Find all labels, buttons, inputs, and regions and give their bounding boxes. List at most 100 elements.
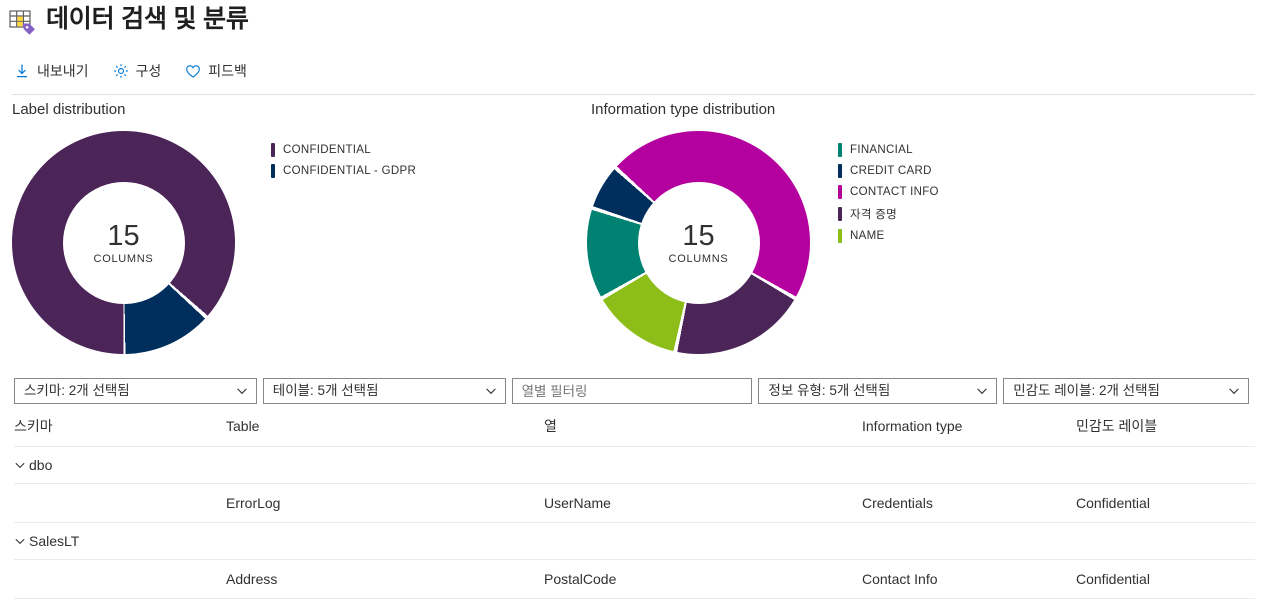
table-cell-column	[544, 446, 862, 484]
download-icon	[14, 63, 30, 79]
table-cell-sensitivity-label: Confidential	[1076, 483, 1255, 523]
chevron-down-icon[interactable]	[14, 535, 26, 547]
table-cell-sensitivity-label	[1076, 522, 1255, 560]
legend-swatch-icon	[838, 229, 842, 243]
table-cell-column: UserName	[544, 483, 862, 523]
table-header: 스키마 Table 열 Information type 민감도 레이블	[14, 404, 1255, 447]
legend-swatch-icon	[838, 143, 842, 157]
table-cell-table: ErrorLog	[226, 483, 544, 523]
table-filter-value: 테이블: 5개 선택됨	[272, 383, 379, 398]
table-cell-column: PostalCode	[544, 559, 862, 599]
table-row[interactable]: dbo	[14, 446, 1255, 484]
label-distribution-total: 15	[107, 219, 140, 252]
table-cell-information-type	[862, 522, 1076, 560]
legend-item-credentials[interactable]: 자격 증명	[838, 206, 939, 222]
page-title: 데이터 검색 및 분류	[46, 5, 249, 33]
legend-swatch-icon	[838, 185, 842, 199]
legend-label: CONTACT INFO	[850, 186, 939, 198]
export-button-label: 내보내기	[37, 63, 89, 79]
information-type-unit: COLUMNS	[668, 252, 729, 265]
table-cell-information-type: Credentials	[862, 483, 1076, 523]
chevron-down-icon	[975, 385, 989, 397]
chevron-down-icon	[484, 385, 498, 397]
legend-swatch-icon	[271, 164, 275, 178]
schema-filter-value: 스키마: 2개 선택됨	[24, 383, 130, 398]
column-filter-input[interactable]	[511, 378, 753, 404]
sensitivity-label-filter-dropdown[interactable]: 민감도 레이블: 2개 선택됨	[1003, 378, 1249, 404]
charts-row: Label distribution 15 COLUMNS CONFIDENTI…	[0, 95, 1261, 354]
schema-group-name: dbo	[29, 457, 53, 473]
table-cell-table	[226, 522, 544, 560]
gear-icon	[113, 63, 129, 79]
schema-group-cell[interactable]: SalesLT	[14, 522, 226, 560]
column-header-schema[interactable]: 스키마	[14, 404, 226, 447]
chevron-down-icon	[235, 385, 249, 397]
feedback-button[interactable]: 피드백	[183, 59, 257, 83]
column-header-column[interactable]: 열	[544, 404, 862, 447]
legend-label: FINANCIAL	[850, 144, 913, 156]
legend-swatch-icon	[838, 207, 842, 221]
legend-item-confidential-gdpr[interactable]: CONFIDENTIAL - GDPR	[271, 164, 416, 178]
table-row[interactable]: Address PostalCode Contact Info Confiden…	[14, 559, 1255, 599]
label-distribution-title: Label distribution	[12, 101, 126, 118]
table-row[interactable]: ErrorLog UserName Credentials Confidenti…	[14, 483, 1255, 523]
table-cell-table: Address	[226, 559, 544, 599]
table-cell-sensitivity-label: Confidential	[1076, 559, 1255, 599]
legend-swatch-icon	[838, 164, 842, 178]
legend-label: NAME	[850, 230, 885, 242]
legend-item-confidential[interactable]: CONFIDENTIAL	[271, 143, 416, 157]
label-distribution-chart: Label distribution 15 COLUMNS CONFIDENTI…	[0, 101, 587, 354]
table-cell-information-type	[862, 446, 1076, 484]
page-header: 데이터 검색 및 분류	[0, 0, 1261, 40]
schema-filter-dropdown[interactable]: 스키마: 2개 선택됨	[14, 378, 257, 404]
data-classification-icon	[6, 5, 38, 37]
export-button[interactable]: 내보내기	[12, 59, 99, 83]
schema-group-name: SalesLT	[29, 533, 80, 549]
information-type-distribution-body: 15 COLUMNS FINANCIAL CREDIT CARD CONTACT…	[587, 131, 1227, 354]
legend-label: 자격 증명	[850, 209, 898, 221]
information-type-center: 15 COLUMNS	[637, 181, 760, 304]
column-header-information-type[interactable]: Information type	[862, 404, 1076, 447]
legend-item-financial[interactable]: FINANCIAL	[838, 143, 939, 157]
legend-label: CONFIDENTIAL	[283, 144, 371, 156]
schema-group-cell[interactable]: dbo	[14, 446, 226, 484]
table-cell-information-type: Contact Info	[862, 559, 1076, 599]
information-type-filter-value: 정보 유형: 5개 선택됨	[768, 383, 891, 398]
column-header-table[interactable]: Table	[226, 404, 544, 447]
heart-icon	[185, 63, 201, 79]
filters-row: 스키마: 2개 선택됨 테이블: 5개 선택됨 정보 유형: 5개 선택됨 민감…	[0, 378, 1261, 404]
chevron-down-icon[interactable]	[14, 459, 26, 471]
table-row[interactable]: SalesLT	[14, 522, 1255, 560]
table-filter-dropdown[interactable]: 테이블: 5개 선택됨	[262, 378, 506, 404]
table-cell-table	[226, 446, 544, 484]
table-cell-sensitivity-label	[1076, 446, 1255, 484]
label-distribution-donut: 15 COLUMNS	[12, 131, 235, 354]
information-type-distribution-chart: Information type distribution 15 COLUMNS…	[587, 101, 1227, 354]
information-type-distribution-title: Information type distribution	[591, 101, 776, 118]
table-cell-schema	[14, 559, 226, 599]
legend-item-credit-card[interactable]: CREDIT CARD	[838, 164, 939, 178]
label-distribution-body: 15 COLUMNS CONFIDENTIAL CONFIDENTIAL - G…	[12, 131, 587, 354]
table-cell-schema	[14, 483, 226, 523]
table-header-row: 스키마 Table 열 Information type 민감도 레이블	[14, 404, 1255, 447]
information-type-donut: 15 COLUMNS	[587, 131, 810, 354]
legend-item-name[interactable]: NAME	[838, 229, 939, 243]
legend-label: CONFIDENTIAL - GDPR	[283, 165, 417, 177]
information-type-filter-dropdown[interactable]: 정보 유형: 5개 선택됨	[758, 378, 998, 404]
legend-item-contact-info[interactable]: CONTACT INFO	[838, 185, 939, 199]
feedback-button-label: 피드백	[208, 63, 247, 79]
label-distribution-legend: CONFIDENTIAL CONFIDENTIAL - GDPR	[271, 131, 416, 178]
configure-button[interactable]: 구성	[111, 59, 172, 83]
chevron-down-icon	[1227, 385, 1241, 397]
classification-table: 스키마 Table 열 Information type 민감도 레이블 dbo	[14, 404, 1255, 599]
table-body: dbo ErrorLog UserName Credentials Confid…	[14, 446, 1255, 599]
information-type-legend: FINANCIAL CREDIT CARD CONTACT INFO 자격 증명…	[838, 131, 939, 243]
legend-swatch-icon	[271, 143, 275, 157]
command-bar: 내보내기 구성 피드백	[0, 54, 1261, 88]
table-cell-column	[544, 522, 862, 560]
sensitivity-label-filter-value: 민감도 레이블: 2개 선택됨	[1013, 383, 1160, 398]
legend-label: CREDIT CARD	[850, 165, 932, 177]
label-distribution-unit: COLUMNS	[93, 252, 154, 265]
column-header-sensitivity-label[interactable]: 민감도 레이블	[1076, 404, 1255, 447]
label-distribution-center: 15 COLUMNS	[62, 181, 185, 304]
